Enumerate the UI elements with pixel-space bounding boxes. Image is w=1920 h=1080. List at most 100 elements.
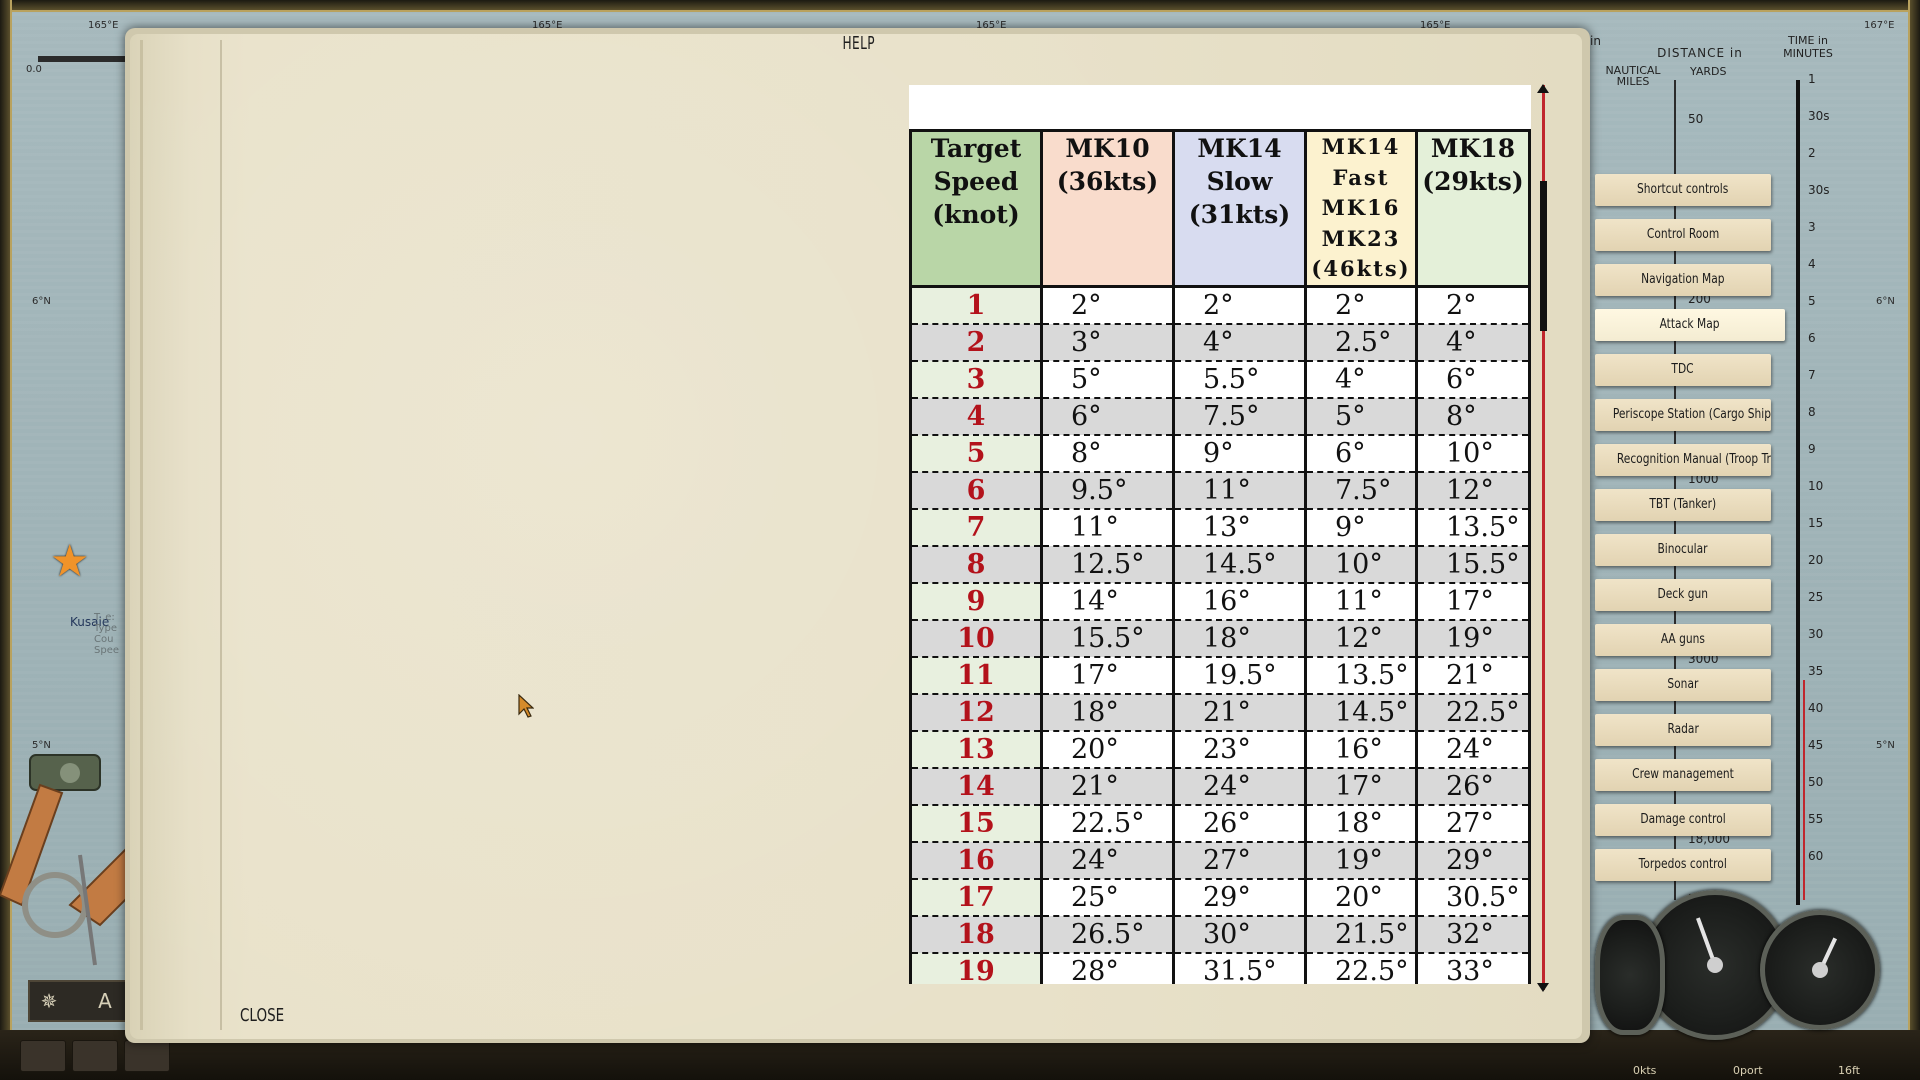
menu-button-label: Recognition Manual (Troop Transport) xyxy=(1616,452,1771,467)
menu-button-binocular[interactable]: Binocular xyxy=(1595,534,1771,566)
menu-button-control-room[interactable]: Control Room xyxy=(1595,219,1771,251)
cell-lead-angle: 29° xyxy=(1415,841,1531,880)
table-row: 19 28° 31.5° 22.5° 33° xyxy=(909,952,1531,984)
speed-readout: 0kts xyxy=(1633,1064,1657,1077)
cell-lead-angle: 24° xyxy=(1172,767,1307,806)
cell-lead-angle: 12.5° xyxy=(1040,545,1175,584)
table-row: 8 12.5° 14.5° 10° 15.5° xyxy=(909,545,1531,584)
menu-button-crew-management[interactable]: Crew management xyxy=(1595,759,1771,791)
cell-lead-angle: 17° xyxy=(1304,767,1418,806)
binocular-lens xyxy=(60,763,80,783)
time-tick-label: 35 xyxy=(1808,664,1824,678)
cell-lead-angle: 20° xyxy=(1304,878,1418,917)
cell-lead-angle: 13° xyxy=(1172,508,1307,547)
cell-lead-angle: 17° xyxy=(1040,656,1175,695)
cell-lead-angle: 11° xyxy=(1172,471,1307,510)
cell-target-speed: 6 xyxy=(909,471,1043,510)
cell-lead-angle: 6° xyxy=(1415,360,1531,399)
header-line: Slow xyxy=(1206,167,1273,196)
table-row: 6 9.5° 11° 7.5° 12° xyxy=(909,471,1531,510)
lead-angle-table: Target Speed (knot) MK10 (36kts) MK14 Sl… xyxy=(909,129,1531,984)
menu-button-sonar[interactable]: Sonar xyxy=(1595,669,1771,701)
scrollbar-thumb[interactable] xyxy=(1540,181,1547,331)
header-line: (29kts) xyxy=(1422,167,1524,196)
cell-lead-angle: 18° xyxy=(1304,804,1418,843)
time-tick-label: 4 xyxy=(1808,257,1816,271)
cell-lead-angle: 4° xyxy=(1415,323,1531,362)
table-row: 13 20° 23° 16° 24° xyxy=(909,730,1531,769)
close-button[interactable]: CLOSE xyxy=(240,1005,284,1026)
compass-icon[interactable]: ✵ xyxy=(36,988,62,1014)
time-tick-label: 15 xyxy=(1808,516,1824,530)
cell-lead-angle: 24° xyxy=(1040,841,1175,880)
text-tool-icon[interactable]: A xyxy=(92,988,118,1014)
cell-lead-angle: 26.5° xyxy=(1040,915,1175,954)
lat-label: 5°N xyxy=(1876,740,1895,751)
menu-button-damage-control[interactable]: Damage control xyxy=(1595,804,1771,836)
toolbar-button[interactable] xyxy=(72,1040,118,1072)
menu-button-label: TDC xyxy=(1671,362,1695,377)
header-mk14-fast: MK14 Fast MK16 MK23 (46kts) xyxy=(1304,129,1418,288)
menu-button-deck-gun[interactable]: Deck gun xyxy=(1595,579,1771,611)
cell-target-speed: 19 xyxy=(909,952,1043,984)
cell-lead-angle: 10° xyxy=(1415,434,1531,473)
menu-button-navigation-map[interactable]: Navigation Map xyxy=(1595,264,1771,296)
cell-target-speed: 9 xyxy=(909,582,1043,621)
menu-button-recognition-manual-troop-transport[interactable]: Recognition Manual (Troop Transport) xyxy=(1595,444,1771,476)
time-tick-label: 10 xyxy=(1808,479,1824,493)
menu-button-attack-map[interactable]: Attack Map xyxy=(1595,309,1785,341)
time-tick-label: 5 xyxy=(1808,294,1816,308)
cell-lead-angle: 19.5° xyxy=(1172,656,1307,695)
rudder-readout: 0port xyxy=(1733,1064,1763,1077)
menu-button-aa-guns[interactable]: AA guns xyxy=(1595,624,1771,656)
menu-button-torpedos-control[interactable]: Torpedos control xyxy=(1595,849,1771,881)
cell-lead-angle: 21° xyxy=(1040,767,1175,806)
cell-lead-angle: 9° xyxy=(1304,508,1418,547)
gauge-hub xyxy=(1707,957,1723,973)
cell-target-speed: 11 xyxy=(909,656,1043,695)
menu-button-label: AA guns xyxy=(1660,632,1706,647)
own-ship-star-icon[interactable]: ★ xyxy=(50,540,89,584)
header-mk14-slow: MK14 Slow (31kts) xyxy=(1172,129,1307,288)
time-tick-label: 9 xyxy=(1808,442,1816,456)
time-tick-label: 20 xyxy=(1808,553,1824,567)
time-tick-label: 7 xyxy=(1808,368,1816,382)
menu-button-tbt-tanker[interactable]: TBT (Tanker) xyxy=(1595,489,1771,521)
table-row: 14 21° 24° 17° 26° xyxy=(909,767,1531,806)
menu-button-shortcut-controls[interactable]: Shortcut controls xyxy=(1595,174,1771,206)
cell-lead-angle: 15.5° xyxy=(1040,619,1175,658)
menu-button-radar[interactable]: Radar xyxy=(1595,714,1771,746)
cell-target-speed: 4 xyxy=(909,397,1043,436)
scroll-down-arrow-icon[interactable] xyxy=(1537,983,1549,992)
cell-lead-angle: 27° xyxy=(1172,841,1307,880)
scroll-up-arrow-icon[interactable] xyxy=(1537,84,1549,93)
cell-lead-angle: 3° xyxy=(1040,323,1175,362)
help-title: HELP xyxy=(842,33,875,54)
cell-lead-angle: 6° xyxy=(1040,397,1175,436)
menu-button-periscope-station-cargo-ship[interactable]: Periscope Station (Cargo Ship) xyxy=(1595,399,1771,431)
play-button[interactable] xyxy=(20,1040,66,1072)
toolbar-button[interactable] xyxy=(124,1040,170,1072)
time-tick-label: 30s xyxy=(1808,109,1830,123)
cell-lead-angle: 12° xyxy=(1304,619,1418,658)
lead-angle-table-panel[interactable]: Target Speed (knot) MK10 (36kts) MK14 Sl… xyxy=(909,85,1531,984)
menu-button-label: Navigation Map xyxy=(1641,272,1725,287)
cell-lead-angle: 5.5° xyxy=(1172,360,1307,399)
frame-top xyxy=(0,0,1920,12)
cell-lead-angle: 2.5° xyxy=(1304,323,1418,362)
cell-lead-angle: 2° xyxy=(1172,286,1307,325)
cell-lead-angle: 21° xyxy=(1415,656,1531,695)
cell-lead-angle: 2° xyxy=(1040,286,1175,325)
contact-info-line: Spee xyxy=(94,645,119,656)
time-tick-label: 30s xyxy=(1808,183,1830,197)
cell-lead-angle: 29° xyxy=(1172,878,1307,917)
cell-lead-angle: 14.5° xyxy=(1172,545,1307,584)
cell-lead-angle: 2° xyxy=(1304,286,1418,325)
contact-info-line: Type xyxy=(94,623,117,634)
cell-lead-angle: 23° xyxy=(1172,730,1307,769)
header-line: Target xyxy=(930,134,1022,163)
menu-button-tdc[interactable]: TDC xyxy=(1595,354,1771,386)
cell-lead-angle: 5° xyxy=(1304,397,1418,436)
cell-lead-angle: 8° xyxy=(1415,397,1531,436)
header-line: MK18 xyxy=(1430,134,1516,163)
